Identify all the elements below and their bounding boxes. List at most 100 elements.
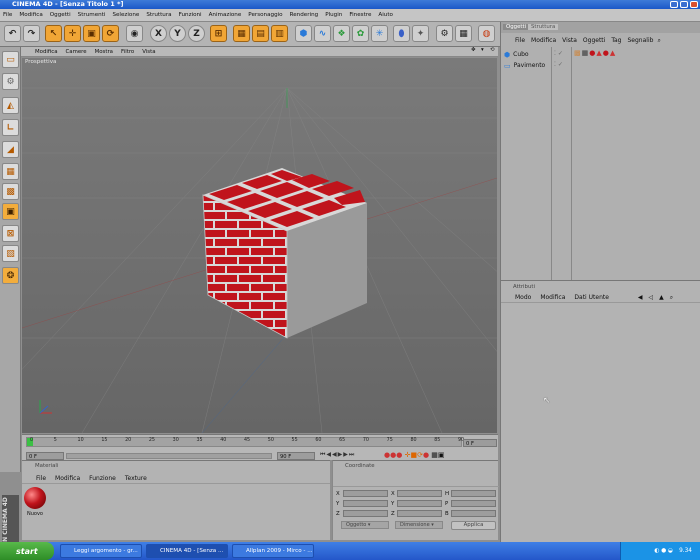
preview-range-slider[interactable] bbox=[66, 453, 272, 459]
x-axis-icon[interactable]: X bbox=[150, 25, 167, 42]
viewport-zoom-icon[interactable]: ▾ bbox=[481, 47, 484, 53]
object-mode-icon[interactable]: ▩ bbox=[2, 183, 19, 200]
rotation-p-field[interactable] bbox=[451, 500, 496, 507]
objects-menu-file[interactable]: File bbox=[515, 37, 525, 44]
edges-mode-icon[interactable]: ∟ bbox=[2, 119, 19, 136]
tab-struttura[interactable]: Struttura bbox=[528, 24, 559, 30]
viewport-menu-modifica[interactable]: Modifica bbox=[35, 49, 58, 55]
undo-icon[interactable]: ↶ bbox=[4, 25, 21, 42]
menu-item-strumenti[interactable]: Strumenti bbox=[78, 12, 106, 18]
scene-icon[interactable]: ⬮ bbox=[393, 25, 410, 42]
redo-icon[interactable]: ↷ bbox=[23, 25, 40, 42]
rotation-b-field[interactable] bbox=[451, 510, 496, 517]
objects-menu-modifica[interactable]: Modifica bbox=[531, 37, 556, 44]
start-frame-field[interactable]: 0 F bbox=[26, 452, 64, 460]
objects-menu-segnalib[interactable]: Segnalib bbox=[628, 37, 654, 44]
material-swatch[interactable] bbox=[24, 487, 46, 509]
material-menu-modifica[interactable]: Modifica bbox=[55, 475, 80, 482]
render-settings-icon[interactable]: ▥ bbox=[271, 25, 288, 42]
deformer-icon[interactable]: ✳ bbox=[371, 25, 388, 42]
playback-controls[interactable]: ⏮◀◀▶▶⏭ bbox=[320, 451, 360, 460]
animation-mode-icon[interactable]: ❂ bbox=[2, 267, 19, 284]
objects-menu-oggetti[interactable]: Oggetti bbox=[583, 37, 605, 44]
attributes-menu-modo[interactable]: Modo bbox=[515, 294, 531, 301]
model-mode-icon[interactable]: ▦ bbox=[2, 163, 19, 180]
visibility-dots-cubo[interactable]: ⁚ ✓ bbox=[554, 50, 563, 57]
forward-arrow-icon[interactable]: ◁ bbox=[649, 294, 654, 301]
material-menu-file[interactable]: File bbox=[36, 475, 46, 482]
back-arrow-icon[interactable]: ◀ bbox=[638, 294, 643, 301]
menu-item-aiuto[interactable]: Aiuto bbox=[378, 12, 393, 18]
up-arrow-icon[interactable]: ▲ bbox=[659, 294, 664, 301]
tweak-mode-icon[interactable]: ▧ bbox=[2, 245, 19, 262]
render-view-icon[interactable]: ▦ bbox=[233, 25, 250, 42]
menu-item-rendering[interactable]: Rendering bbox=[290, 12, 319, 18]
make-editable-icon[interactable]: ▭ bbox=[2, 51, 19, 68]
perspective-viewport[interactable]: Prospettiva bbox=[22, 58, 497, 433]
texture-mode-icon[interactable]: ▣ bbox=[2, 203, 19, 220]
live-selection-icon[interactable]: ◉ bbox=[126, 25, 143, 42]
viewport-menu-vista[interactable]: Vista bbox=[142, 49, 155, 55]
material-menu-texture[interactable]: Texture bbox=[125, 475, 147, 482]
cubo-tags[interactable]: ▩▦●▲●▲ bbox=[574, 49, 616, 57]
object-row-cubo[interactable]: ⬢ Cubo bbox=[504, 50, 552, 59]
current-frame-field[interactable]: 0 F bbox=[463, 439, 497, 447]
size-z-field[interactable] bbox=[397, 510, 442, 517]
light-icon[interactable]: ✦ bbox=[412, 25, 429, 42]
task-forum[interactable]: Leggi argomento - gr... bbox=[60, 544, 142, 558]
apply-button[interactable]: Applica bbox=[451, 521, 496, 530]
attributes-menu-modifica[interactable]: Modifica bbox=[540, 294, 565, 301]
visibility-dots-pavimento[interactable]: ⁚ ✓ bbox=[554, 61, 563, 68]
viewport-rotate-icon[interactable]: ⟲ bbox=[490, 47, 495, 53]
polygons-mode-icon[interactable]: ◢ bbox=[2, 141, 19, 158]
axis-mode-icon[interactable]: ⊠ bbox=[2, 225, 19, 242]
position-x-field[interactable] bbox=[343, 490, 388, 497]
minimize-button[interactable] bbox=[670, 1, 678, 8]
menu-item-finestre[interactable]: Finestre bbox=[349, 12, 371, 18]
layout-icon[interactable]: ▦ bbox=[455, 25, 472, 42]
z-axis-icon[interactable]: Z bbox=[188, 25, 205, 42]
coordinate-system-icon[interactable]: ⊞ bbox=[210, 25, 227, 42]
rotation-h-field[interactable] bbox=[451, 490, 496, 497]
viewport-move-icon[interactable]: ✥ bbox=[471, 47, 476, 53]
y-axis-icon[interactable]: Y bbox=[169, 25, 186, 42]
size-x-field[interactable] bbox=[397, 490, 442, 497]
end-frame-field[interactable]: 90 F bbox=[277, 452, 315, 460]
object-row-pavimento[interactable]: ▭ Pavimento bbox=[504, 61, 552, 70]
close-button[interactable] bbox=[690, 1, 698, 8]
menu-item-animazione[interactable]: Animazione bbox=[209, 12, 242, 18]
mode-select[interactable]: Oggetto ▾ bbox=[341, 521, 389, 529]
size-y-field[interactable] bbox=[397, 500, 442, 507]
menu-item-struttura[interactable]: Struttura bbox=[146, 12, 171, 18]
use-object-tool-icon[interactable]: ⚙ bbox=[2, 73, 19, 90]
rotate-icon[interactable]: ⟳ bbox=[102, 25, 119, 42]
menu-item-selezione[interactable]: Selezione bbox=[112, 12, 139, 18]
task-cinema4d[interactable]: CINEMA 4D - [Senza ... bbox=[146, 544, 228, 558]
cube-primitive-icon[interactable]: ⬢ bbox=[295, 25, 312, 42]
menu-item-plugin[interactable]: Plugin bbox=[325, 12, 342, 18]
position-z-field[interactable] bbox=[343, 510, 388, 517]
viewport-menu-mostra[interactable]: Mostra bbox=[95, 49, 113, 55]
tray-icons[interactable]: ◐ ● ◒ bbox=[654, 548, 673, 554]
attributes-search-icon[interactable]: ⌕ bbox=[670, 294, 673, 302]
attributes-menu-dati-utente[interactable]: Dati Utente bbox=[574, 294, 609, 301]
keyframe-controls[interactable]: ●●● ✛■⟳● ▦▣ bbox=[384, 451, 494, 460]
nurbs-icon[interactable]: ❖ bbox=[333, 25, 350, 42]
select-arrow-icon[interactable]: ↖ bbox=[45, 25, 62, 42]
menu-item-modifica[interactable]: Modifica bbox=[19, 12, 42, 18]
menu-item-file[interactable]: File bbox=[3, 12, 12, 18]
points-mode-icon[interactable]: ◭ bbox=[2, 97, 19, 114]
size-mode-select[interactable]: Dimensione ▾ bbox=[395, 521, 443, 529]
menu-item-oggetti[interactable]: Oggetti bbox=[50, 12, 71, 18]
material-menu-funzione[interactable]: Funzione bbox=[89, 475, 116, 482]
search-icon[interactable]: ⌕ bbox=[657, 37, 660, 45]
layout-switch-icon[interactable]: ◍ bbox=[478, 25, 495, 42]
move-icon[interactable]: ✛ bbox=[64, 25, 81, 42]
position-y-field[interactable] bbox=[343, 500, 388, 507]
spline-icon[interactable]: ∿ bbox=[314, 25, 331, 42]
material-name[interactable]: Nuovo bbox=[23, 511, 47, 518]
tab-oggetti[interactable]: Oggetti bbox=[503, 24, 530, 30]
maximize-button[interactable] bbox=[680, 1, 688, 8]
array-icon[interactable]: ✿ bbox=[352, 25, 369, 42]
scale-icon[interactable]: ▣ bbox=[83, 25, 100, 42]
